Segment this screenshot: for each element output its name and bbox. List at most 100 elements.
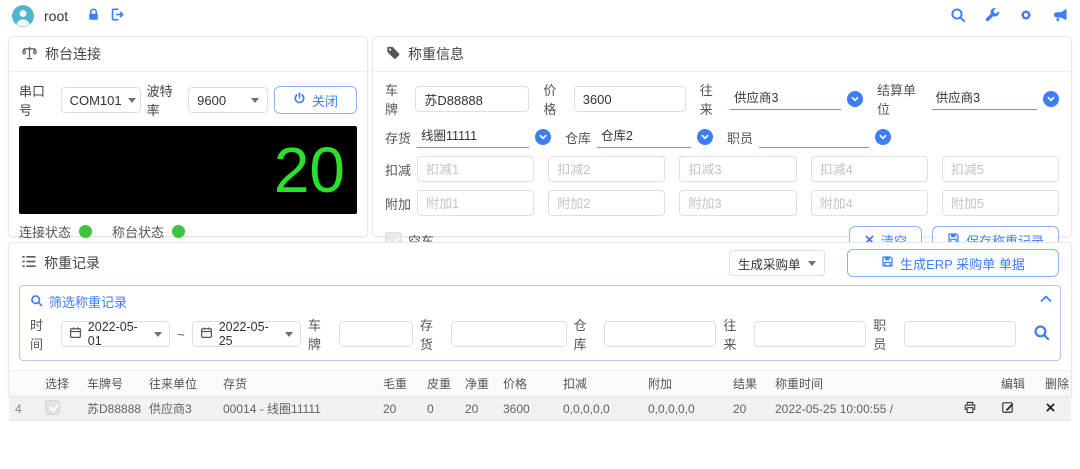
scale-status-label: 称台状态 <box>112 225 165 240</box>
plate-label: 车牌 <box>385 83 399 117</box>
print-icon[interactable] <box>957 401 995 417</box>
filter-title[interactable]: 筛选称重记录 <box>30 290 1050 315</box>
deduction-input-5[interactable] <box>941 156 1060 182</box>
row-select-checkbox[interactable] <box>45 399 60 415</box>
col-net: 净重 <box>465 377 490 391</box>
addition-input-1[interactable] <box>417 190 535 216</box>
filter-staff-input[interactable] <box>904 321 1016 347</box>
serial-port-select[interactable]: COM101 <box>60 87 141 113</box>
deduction-input-4[interactable] <box>810 156 928 182</box>
generate-erp-button[interactable]: 生成ERP 采购单 单据 <box>847 249 1059 277</box>
date-from-value: 2022-05-01 <box>87 320 138 348</box>
addition-input-2[interactable] <box>548 190 666 216</box>
close-connection-button[interactable]: 关闭 <box>274 86 357 114</box>
weight-value: 20 <box>273 134 345 206</box>
megaphone-icon[interactable] <box>1052 7 1068 26</box>
wrench-icon[interactable] <box>984 7 1000 26</box>
scale-panel-header: 称台连接 <box>9 37 367 72</box>
calendar-icon <box>200 326 213 342</box>
caret-down-icon <box>808 260 816 266</box>
addition-label: 附加 <box>385 196 412 212</box>
search-icon[interactable] <box>950 7 966 26</box>
filter-contact-input[interactable] <box>754 321 867 347</box>
delete-icon[interactable] <box>1039 402 1071 416</box>
staff-combobox[interactable] <box>759 126 870 148</box>
col-delete: 删除 <box>1045 377 1070 391</box>
col-contact: 往来单位 <box>149 377 198 391</box>
chevron-down-icon[interactable] <box>875 129 892 145</box>
col-plate: 车牌号 <box>87 377 124 391</box>
baud-rate-label: 波特率 <box>146 84 173 118</box>
chevron-down-icon[interactable] <box>535 129 552 145</box>
filter-inventory-input[interactable] <box>450 321 567 347</box>
addition-input-5[interactable] <box>941 190 1060 216</box>
filter-warehouse-label: 仓库 <box>573 318 587 352</box>
chevron-down-icon[interactable] <box>846 91 863 107</box>
chevron-down-icon[interactable] <box>1043 91 1059 107</box>
col-tare: 皮重 <box>427 377 452 391</box>
addition-input-3[interactable] <box>679 190 797 216</box>
col-deduction: 扣减 <box>563 377 588 391</box>
deduction-label: 扣减 <box>385 162 412 178</box>
filter-inventory-label: 存货 <box>419 318 433 352</box>
row-inventory: 00014 - 线圈11111 <box>223 402 321 416</box>
save-icon <box>881 255 894 271</box>
table-row: 4 苏D88888 供应商3 00014 - 线圈11111 20 0 20 3… <box>9 396 1071 421</box>
records-table: 选择 车牌号 往来单位 存货 毛重 皮重 净重 价格 扣减 附加 结果 称重时间… <box>9 370 1071 421</box>
contact-combobox[interactable]: 供应商3 <box>730 88 841 110</box>
caret-down-icon <box>251 97 260 103</box>
logout-icon[interactable] <box>109 7 125 25</box>
col-select: 选择 <box>45 377 70 391</box>
scale-panel-title: 称台连接 <box>45 46 101 62</box>
list-icon <box>21 254 37 272</box>
user-avatar[interactable] <box>12 5 34 27</box>
warehouse-combobox[interactable]: 仓库2 <box>597 126 692 148</box>
search-icon <box>30 294 43 310</box>
row-result: 20 <box>733 401 747 416</box>
col-addition: 附加 <box>648 377 673 391</box>
price-input[interactable] <box>573 86 686 112</box>
deduction-input-1[interactable] <box>417 156 535 182</box>
row-net: 20 <box>465 401 479 416</box>
power-icon <box>293 92 306 108</box>
records-title: 称重记录 <box>44 255 100 271</box>
gear-icon[interactable] <box>1018 7 1034 26</box>
serial-port-value: COM101 <box>69 92 122 108</box>
weight-display: 20 <box>19 126 357 214</box>
date-from-picker[interactable]: 2022-05-01 <box>60 320 171 348</box>
date-to-picker[interactable]: 2022-05-25 <box>191 320 302 348</box>
tag-icon <box>385 45 401 63</box>
settle-unit-combobox[interactable]: 供应商3 <box>931 88 1037 110</box>
plate-input[interactable] <box>415 86 530 112</box>
row-contact: 供应商3 <box>149 402 192 416</box>
search-submit-icon[interactable] <box>1033 324 1050 344</box>
baud-rate-value: 9600 <box>197 92 227 108</box>
row-deduction: 0,0,0,0,0 <box>563 401 610 416</box>
serial-port-label: 串口号 <box>19 84 46 118</box>
row-tare: 0 <box>427 401 434 416</box>
filter-plate-input[interactable] <box>338 321 413 347</box>
baud-rate-select[interactable]: 9600 <box>188 87 269 113</box>
row-time: 2022-05-25 10:00:55 / <box>775 401 894 416</box>
lock-icon[interactable] <box>86 7 101 25</box>
weigh-records-panel: 称重记录 生成采购单 生成ERP 采购单 单据 筛选称重记录 时间 2022-0… <box>8 242 1072 421</box>
caret-down-icon <box>154 331 163 337</box>
generate-order-select[interactable]: 生成采购单 <box>729 250 825 276</box>
chevron-down-icon[interactable] <box>697 129 714 145</box>
edit-icon[interactable] <box>995 400 1039 417</box>
time-label: 时间 <box>30 318 44 352</box>
username: root <box>44 8 69 24</box>
table-header-row: 选择 车牌号 往来单位 存货 毛重 皮重 净重 价格 扣减 附加 结果 称重时间… <box>9 370 1071 396</box>
deduction-input-3[interactable] <box>679 156 797 182</box>
warehouse-label: 仓库 <box>565 130 592 146</box>
settle-unit-label: 结算单位 <box>876 83 916 117</box>
filter-plate-label: 车牌 <box>308 318 322 352</box>
close-button-label: 关闭 <box>312 93 339 109</box>
filter-warehouse-input[interactable] <box>604 321 717 347</box>
deduction-input-2[interactable] <box>548 156 666 182</box>
addition-input-4[interactable] <box>810 190 928 216</box>
inventory-combobox[interactable]: 线圈11111 <box>417 126 530 148</box>
price-label: 价格 <box>543 83 557 117</box>
chevron-up-icon[interactable] <box>1040 291 1052 306</box>
row-addition: 0,0,0,0,0 <box>648 401 695 416</box>
